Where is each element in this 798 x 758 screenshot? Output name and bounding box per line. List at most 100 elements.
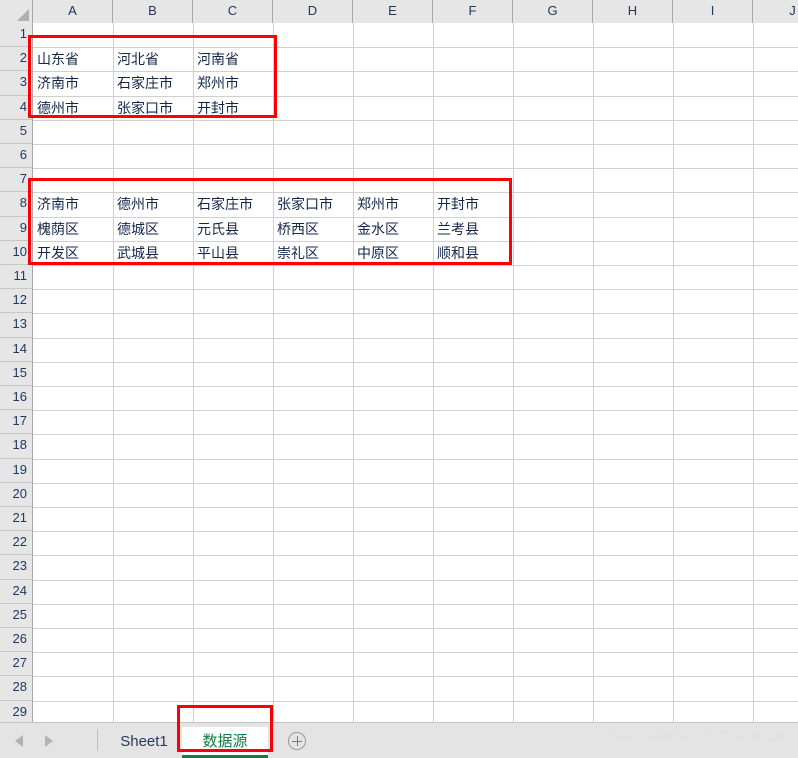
nav-prev-arrow-icon[interactable] bbox=[15, 735, 23, 747]
spreadsheet-window: ABCDEFGHIJ 1 2 3 4 5 6 7 8 9 10 11 12 13 14 15 16 17 18 19… bbox=[0, 0, 798, 758]
gridline-horizontal bbox=[33, 555, 798, 557]
row-header-8[interactable]: 8 bbox=[0, 192, 32, 217]
cell[interactable]: 德州市 bbox=[113, 192, 193, 216]
cell[interactable]: 武城县 bbox=[113, 241, 193, 265]
gridline-horizontal bbox=[33, 119, 798, 121]
cell[interactable]: 桥西区 bbox=[273, 217, 353, 241]
gridline-vertical bbox=[513, 23, 514, 722]
row-header-17[interactable]: 17 bbox=[0, 410, 32, 435]
row-header-15[interactable]: 15 bbox=[0, 361, 32, 386]
cell[interactable]: 开封市 bbox=[193, 96, 273, 120]
gridline-vertical bbox=[193, 23, 194, 722]
row-header-3[interactable]: 3 bbox=[0, 71, 32, 96]
gridline-vertical bbox=[353, 23, 354, 722]
column-header-a[interactable]: A bbox=[33, 0, 113, 23]
column-header-f[interactable]: F bbox=[433, 0, 513, 23]
cell[interactable]: 河北省 bbox=[113, 47, 193, 71]
row-header-29[interactable]: 29 bbox=[0, 700, 32, 722]
row-header-14[interactable]: 14 bbox=[0, 337, 32, 362]
row-header-24[interactable]: 24 bbox=[0, 579, 32, 604]
cell[interactable]: 张家口市 bbox=[273, 192, 353, 216]
gridline-horizontal bbox=[33, 652, 798, 654]
row-header-11[interactable]: 11 bbox=[0, 265, 32, 290]
row-header-5[interactable]: 5 bbox=[0, 119, 32, 144]
cell[interactable]: 张家口市 bbox=[113, 96, 193, 120]
cell[interactable]: 河南省 bbox=[193, 47, 273, 71]
row-header-9[interactable]: 9 bbox=[0, 216, 32, 241]
add-sheet-icon[interactable] bbox=[288, 732, 306, 750]
gridline-vertical bbox=[673, 23, 674, 722]
column-header-b[interactable]: B bbox=[113, 0, 193, 23]
row-header-16[interactable]: 16 bbox=[0, 386, 32, 411]
cell[interactable]: 郑州市 bbox=[353, 192, 433, 216]
row-header-27[interactable]: 27 bbox=[0, 652, 32, 677]
gridline-horizontal bbox=[33, 168, 798, 170]
sheet-grid-area[interactable]: ABCDEFGHIJ 1 2 3 4 5 6 7 8 9 10 11 12 13 14 15 16 17 18 19… bbox=[0, 0, 798, 722]
cell[interactable]: 兰考县 bbox=[433, 217, 513, 241]
row-header-20[interactable]: 20 bbox=[0, 482, 32, 507]
column-header-h[interactable]: H bbox=[593, 0, 673, 23]
column-header-e[interactable]: E bbox=[353, 0, 433, 23]
row-header-19[interactable]: 19 bbox=[0, 458, 32, 483]
gridline-vertical bbox=[273, 23, 274, 722]
cell[interactable]: 崇礼区 bbox=[273, 241, 353, 265]
gridline-horizontal bbox=[33, 386, 798, 387]
row-header-7[interactable]: 7 bbox=[0, 168, 32, 193]
column-header-c[interactable]: C bbox=[193, 0, 273, 23]
cell[interactable]: 开封市 bbox=[433, 192, 513, 216]
row-header-18[interactable]: 18 bbox=[0, 434, 32, 459]
sheet-tab-active[interactable]: 数据源 bbox=[182, 727, 268, 758]
cell[interactable]: 顺和县 bbox=[433, 241, 513, 265]
row-header-25[interactable]: 25 bbox=[0, 603, 32, 628]
gridline-horizontal bbox=[33, 579, 798, 581]
cell[interactable]: 德州市 bbox=[33, 96, 113, 120]
cell[interactable]: 金水区 bbox=[353, 217, 433, 241]
gridline-horizontal bbox=[33, 482, 798, 484]
cell-canvas[interactable]: 山东省 河北省 河南省 济南市 石家庄市 郑州市 德州市 张家口市 开封市 济南市 德州市 石家庄市张… bbox=[33, 23, 798, 722]
cell[interactable]: 槐荫区 bbox=[33, 217, 113, 241]
cell[interactable]: 石家庄市 bbox=[193, 192, 273, 216]
gridline-vertical bbox=[433, 23, 434, 722]
column-header-i[interactable]: I bbox=[673, 0, 753, 23]
row-header-4[interactable]: 4 bbox=[0, 95, 32, 120]
gridline-horizontal bbox=[33, 458, 798, 460]
tab-separator bbox=[97, 729, 98, 751]
cell[interactable]: 郑州市 bbox=[193, 71, 273, 95]
row-header-23[interactable]: 23 bbox=[0, 555, 32, 580]
row-header-28[interactable]: 28 bbox=[0, 676, 32, 701]
row-header-1[interactable]: 1 bbox=[0, 23, 32, 48]
gridline-horizontal bbox=[33, 628, 798, 629]
row-header-22[interactable]: 22 bbox=[0, 531, 32, 556]
column-header-d[interactable]: D bbox=[273, 0, 353, 23]
cell[interactable]: 济南市 bbox=[33, 192, 113, 216]
cell[interactable]: 济南市 bbox=[33, 71, 113, 95]
cell[interactable]: 德城区 bbox=[113, 217, 193, 241]
nav-next-arrow-icon[interactable] bbox=[45, 735, 53, 747]
gridline-horizontal bbox=[33, 676, 798, 678]
cell[interactable]: 中原区 bbox=[353, 241, 433, 265]
cell[interactable]: 石家庄市 bbox=[113, 71, 193, 95]
gridline-horizontal bbox=[33, 313, 798, 315]
cell[interactable]: 开发区 bbox=[33, 241, 113, 265]
sheet-nav-arrows[interactable] bbox=[0, 723, 100, 758]
row-header-6[interactable]: 6 bbox=[0, 144, 32, 169]
gridline-horizontal bbox=[33, 531, 798, 533]
row-header-10[interactable]: 10 bbox=[0, 240, 32, 265]
row-header-21[interactable]: 21 bbox=[0, 507, 32, 532]
row-header-column: 1 2 3 4 5 6 7 8 9 10 11 12 13 14 15 16 17 18 19 20 21 22 23 24 2… bbox=[0, 23, 33, 722]
gridline-horizontal bbox=[33, 700, 798, 702]
row-header-12[interactable]: 12 bbox=[0, 289, 32, 314]
gridline-horizontal bbox=[33, 410, 798, 412]
gridline-horizontal bbox=[33, 603, 798, 605]
row-header-2[interactable]: 2 bbox=[0, 47, 32, 72]
row-header-13[interactable]: 13 bbox=[0, 313, 32, 338]
cell[interactable]: 平山县 bbox=[193, 241, 273, 265]
select-all-corner-button[interactable] bbox=[0, 0, 33, 23]
column-header-j[interactable]: J bbox=[753, 0, 798, 23]
sheet-tab-inactive[interactable]: Sheet1 bbox=[108, 727, 180, 758]
column-header-g[interactable]: G bbox=[513, 0, 593, 23]
cell[interactable]: 山东省 bbox=[33, 47, 113, 71]
cell[interactable]: 元氏县 bbox=[193, 217, 273, 241]
select-all-triangle-icon bbox=[17, 9, 29, 21]
row-header-26[interactable]: 26 bbox=[0, 628, 32, 653]
